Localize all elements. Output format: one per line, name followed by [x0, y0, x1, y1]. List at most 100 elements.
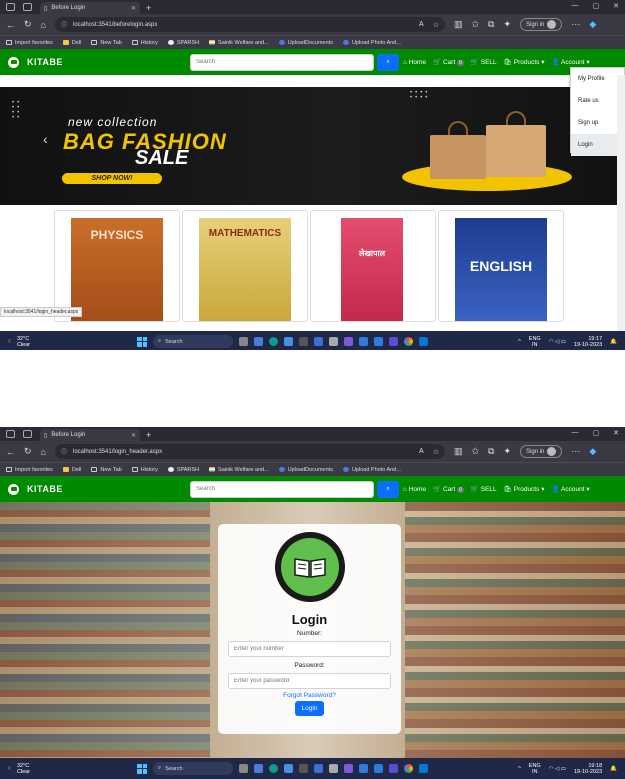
- chevron-up-icon[interactable]: ^: [518, 766, 521, 772]
- edge-icon[interactable]: [269, 764, 278, 773]
- app-icon[interactable]: [389, 764, 398, 773]
- nav-products[interactable]: 🛍 Products ▾: [504, 58, 545, 66]
- site-search-input[interactable]: [190, 480, 374, 498]
- sign-in-button[interactable]: Sign in: [520, 18, 563, 31]
- clock[interactable]: 19:18 19-10-2023: [574, 763, 602, 775]
- mail-icon[interactable]: [284, 764, 293, 773]
- url-field[interactable]: ⓘ localhost:3541/login_header.aspx A ☆: [54, 444, 445, 459]
- weather-widget[interactable]: ☾ 32°C Clear: [8, 336, 30, 348]
- book-card[interactable]: लेखापाल: [310, 210, 436, 322]
- read-aloud-icon[interactable]: A: [419, 448, 424, 456]
- more-menu-icon[interactable]: ⋯: [571, 19, 580, 30]
- windows-start-icon[interactable]: [137, 763, 147, 774]
- nav-sell[interactable]: 🛒 SELL: [471, 58, 497, 66]
- sign-in-button[interactable]: Sign in: [520, 445, 563, 458]
- browser-tab[interactable]: ▯ Before Login ✕: [40, 429, 140, 441]
- close-window-icon[interactable]: ✕: [613, 429, 619, 437]
- minimize-icon[interactable]: —: [572, 2, 579, 10]
- info-icon[interactable]: ⓘ: [61, 20, 67, 29]
- page-scrollbar[interactable]: [617, 75, 625, 331]
- clock[interactable]: 19:17 19-10-2023: [574, 336, 602, 348]
- bookmark-item[interactable]: SPARSH: [167, 467, 199, 473]
- teams-icon[interactable]: [254, 337, 263, 346]
- extensions-icon[interactable]: ✦: [503, 446, 511, 457]
- new-tab-icon[interactable]: +: [146, 430, 151, 440]
- copilot-icon[interactable]: ◆: [589, 446, 596, 457]
- bookmark-item[interactable]: Import favorites: [6, 40, 53, 46]
- media-player-icon[interactable]: [374, 337, 383, 346]
- maximize-icon[interactable]: ▢: [593, 2, 600, 10]
- bookmark-item[interactable]: Sainik Welfare and...: [209, 40, 269, 46]
- favorites-icon[interactable]: ✩: [472, 19, 480, 30]
- login-button[interactable]: Login: [294, 701, 325, 716]
- app-icon[interactable]: [389, 337, 398, 346]
- nav-home[interactable]: ⌂ Home: [403, 486, 426, 493]
- bookmark-item[interactable]: UploadDocuments: [278, 467, 333, 473]
- nav-cart[interactable]: 🛒 Cart 0: [433, 485, 464, 493]
- chrome-icon[interactable]: [404, 337, 413, 346]
- settings-icon[interactable]: [329, 764, 338, 773]
- settings-icon[interactable]: [329, 337, 338, 346]
- bookmark-item[interactable]: New Tab: [91, 467, 122, 473]
- close-tab-icon[interactable]: ✕: [131, 432, 136, 439]
- extensions-icon[interactable]: ✦: [503, 19, 511, 30]
- refresh-icon[interactable]: ↻: [24, 19, 32, 30]
- bookmark-item[interactable]: History: [131, 467, 158, 473]
- book-card[interactable]: MATHEMATICS: [182, 210, 308, 322]
- bookmark-item[interactable]: History: [131, 40, 158, 46]
- new-tab-icon[interactable]: +: [146, 3, 151, 13]
- chevron-up-icon[interactable]: ^: [518, 339, 521, 345]
- chrome-icon[interactable]: [404, 764, 413, 773]
- bookmark-item[interactable]: SPARSH: [167, 40, 199, 46]
- carousel-prev-icon[interactable]: ‹: [43, 131, 48, 147]
- search-button[interactable]: ⌕: [377, 480, 399, 498]
- nav-cart[interactable]: 🛒 Cart 0: [433, 58, 464, 66]
- promo-banner[interactable]: •• •• •• •• •••• •••• ‹ new collection BAG F…: [0, 87, 617, 205]
- url-field[interactable]: ⓘ localhost:3541/beforelogin.aspx A ☆: [54, 17, 445, 32]
- dell-icon[interactable]: [299, 764, 308, 773]
- visual-studio-icon[interactable]: [344, 764, 353, 773]
- collections-icon[interactable]: ⧉: [488, 19, 494, 30]
- vscode-icon[interactable]: [419, 337, 428, 346]
- favorite-star-icon[interactable]: ☆: [433, 21, 439, 29]
- weather-widget[interactable]: ☾ 32°C Clear: [8, 763, 30, 775]
- visual-studio-icon[interactable]: [344, 337, 353, 346]
- book-card[interactable]: ENGLISH: [438, 210, 564, 322]
- tab-actions-icon[interactable]: [23, 3, 32, 11]
- info-icon[interactable]: ⓘ: [61, 447, 67, 456]
- site-brand[interactable]: KITABE: [27, 484, 63, 494]
- nav-home[interactable]: ⌂ Home: [403, 59, 426, 66]
- notification-bell-icon[interactable]: 🔔: [610, 766, 617, 772]
- copilot-icon[interactable]: ◆: [589, 19, 596, 30]
- tab-actions-icon[interactable]: [23, 430, 32, 438]
- collections-icon[interactable]: ⧉: [488, 446, 494, 457]
- teams-icon[interactable]: [254, 764, 263, 773]
- bookmark-item[interactable]: Dell: [62, 40, 81, 46]
- home-icon[interactable]: ⌂: [41, 447, 46, 457]
- number-field[interactable]: [228, 641, 391, 657]
- wifi-volume-battery-icons[interactable]: ◠ ◁ ▭: [549, 339, 566, 345]
- store-icon[interactable]: [314, 764, 323, 773]
- edge-icon[interactable]: [269, 337, 278, 346]
- file-explorer-icon[interactable]: [239, 337, 248, 346]
- dell-icon[interactable]: [299, 337, 308, 346]
- notification-bell-icon[interactable]: 🔔: [610, 339, 617, 345]
- vscode-icon[interactable]: [419, 764, 428, 773]
- refresh-icon[interactable]: ↻: [24, 446, 32, 457]
- site-brand[interactable]: KITABE: [27, 57, 63, 67]
- bookmark-item[interactable]: UploadDocuments: [278, 40, 333, 46]
- close-window-icon[interactable]: ✕: [613, 2, 619, 10]
- close-tab-icon[interactable]: ✕: [131, 5, 136, 12]
- nav-products[interactable]: 🛍 Products ▾: [504, 485, 545, 493]
- file-explorer-icon[interactable]: [239, 764, 248, 773]
- read-aloud-icon[interactable]: A: [419, 21, 424, 29]
- maximize-icon[interactable]: ▢: [593, 429, 600, 437]
- taskbar-search[interactable]: ⌕ Search: [153, 762, 233, 775]
- bookmark-item[interactable]: Sainik Welfare and...: [209, 467, 269, 473]
- bookmark-item[interactable]: Import favorites: [6, 467, 53, 473]
- nav-account[interactable]: 👤 Account ▾: [551, 485, 589, 493]
- minimize-icon[interactable]: —: [572, 429, 579, 437]
- nav-sell[interactable]: 🛒 SELL: [471, 485, 497, 493]
- language-indicator[interactable]: ENG IN: [529, 763, 541, 775]
- windows-start-icon[interactable]: [137, 336, 147, 347]
